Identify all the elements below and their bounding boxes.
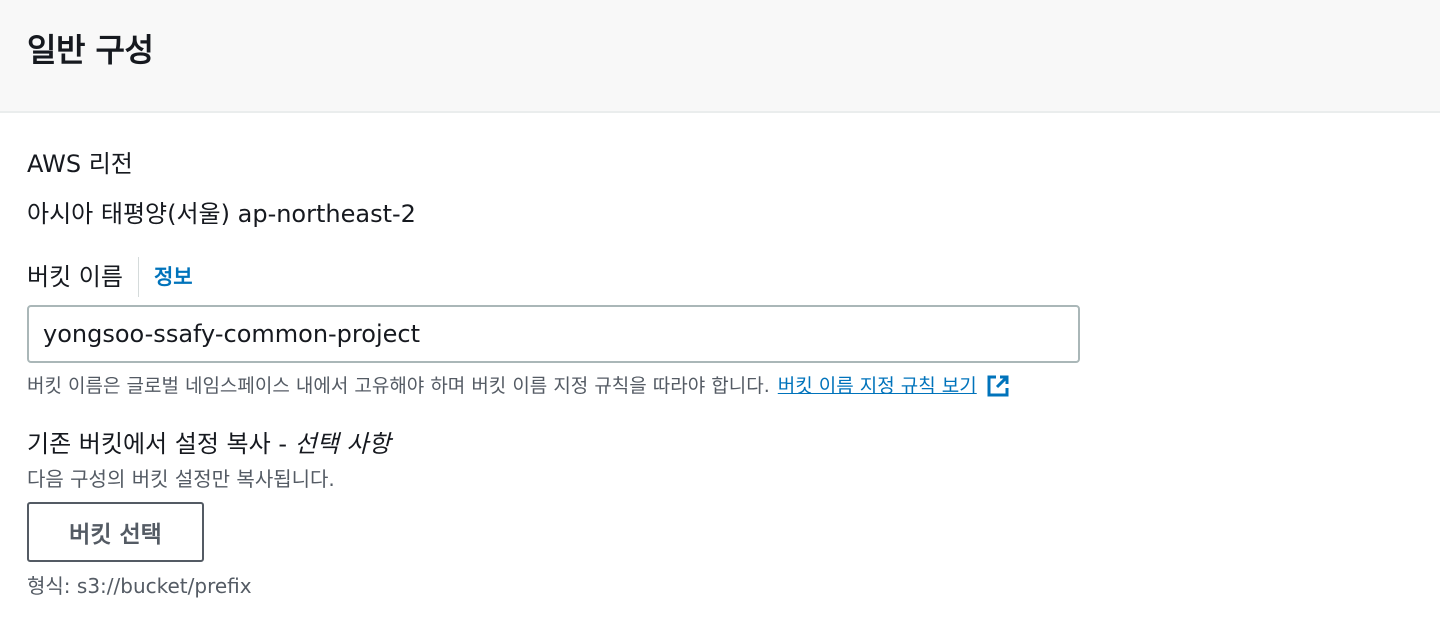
copy-settings-description: 다음 구성의 버킷 설정만 복사됩니다.: [27, 467, 335, 491]
format-hint: 형식: s3://bucket/prefix: [27, 574, 252, 598]
bucket-name-label-row: 버킷 이름 정보: [27, 257, 193, 297]
copy-settings-label-text: 기존 버킷에서 설정 복사 -: [27, 430, 295, 458]
aws-region-value: 아시아 태평양(서울) ap-northeast-2: [27, 200, 416, 228]
label-divider: [137, 257, 139, 297]
naming-rules-link[interactable]: 버킷 이름 지정 규칙 보기: [778, 372, 1011, 400]
bucket-name-hint: 버킷 이름은 글로벌 네임스페이스 내에서 고유해야 하며 버킷 이름 지정 규…: [27, 372, 1011, 400]
aws-region-label: AWS 리전: [27, 150, 133, 178]
bucket-name-hint-text: 버킷 이름은 글로벌 네임스페이스 내에서 고유해야 하며 버킷 이름 지정 규…: [27, 375, 770, 397]
optional-tag: 선택 사항: [294, 430, 391, 458]
external-link-icon[interactable]: [985, 373, 1011, 399]
info-link[interactable]: 정보: [154, 261, 193, 293]
copy-settings-label: 기존 버킷에서 설정 복사 - 선택 사항: [27, 428, 391, 460]
bucket-name-label: 버킷 이름: [27, 263, 123, 291]
panel-header: 일반 구성: [0, 0, 1440, 113]
panel-title: 일반 구성: [27, 31, 154, 69]
bucket-name-input[interactable]: [27, 305, 1080, 363]
choose-bucket-button[interactable]: 버킷 선택: [27, 502, 204, 562]
naming-rules-link-text[interactable]: 버킷 이름 지정 규칙 보기: [778, 372, 977, 400]
general-configuration-panel: 일반 구성 AWS 리전 아시아 태평양(서울) ap-northeast-2 …: [0, 0, 1440, 629]
